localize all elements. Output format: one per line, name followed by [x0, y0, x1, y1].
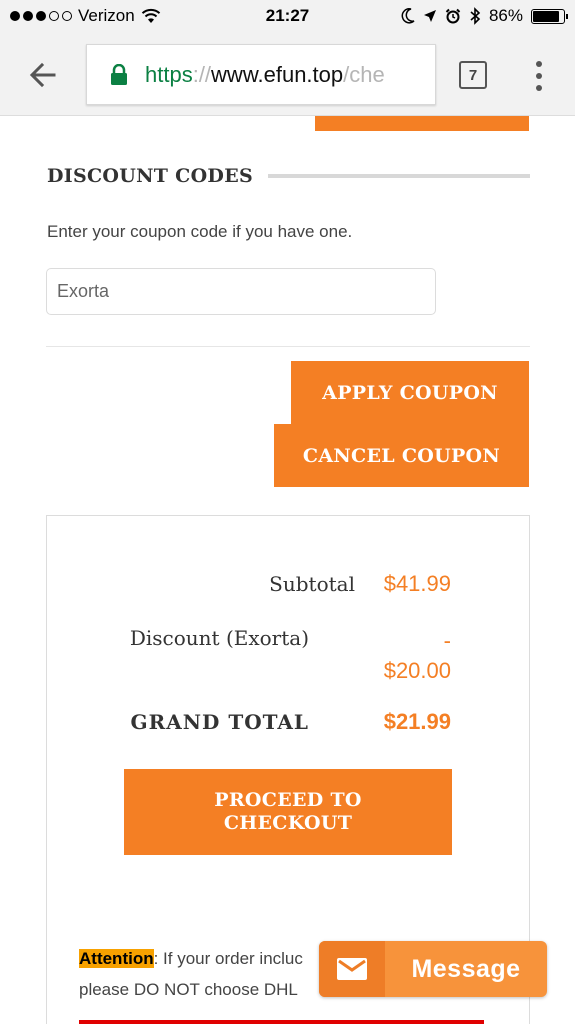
subtotal-label: Subtotal — [269, 572, 355, 596]
proceed-to-checkout-button[interactable]: PROCEED TO CHECKOUT — [124, 769, 452, 855]
url-text: https://www.efun.top/che — [145, 62, 385, 88]
alarm-clock-icon — [445, 8, 461, 24]
heading-rule — [268, 174, 530, 178]
url-host: www.efun.top — [211, 61, 344, 87]
back-button[interactable] — [26, 58, 60, 92]
battery-percentage: 86% — [488, 6, 523, 25]
bluetooth-icon — [470, 7, 481, 25]
cancel-coupon-button[interactable]: CANCEL COUPON — [274, 424, 529, 487]
tab-switcher-button[interactable]: 7 — [459, 61, 487, 89]
url-scheme: https — [145, 61, 193, 87]
battery-level-fill — [533, 10, 559, 22]
discount-value: - $20.00 — [384, 626, 451, 686]
lock-icon — [111, 63, 127, 85]
discount-sign: - — [443, 628, 451, 653]
status-bar: Verizon 21:27 86% — [0, 0, 575, 34]
grand-total-label: GRAND TOTAL — [130, 710, 309, 734]
envelope-icon — [337, 958, 367, 980]
overflow-menu-icon[interactable] — [533, 61, 545, 91]
browser-toolbar: https://www.efun.top/che 7 — [0, 34, 575, 116]
attention-text-line2: please DO NOT choose DHL — [79, 980, 298, 999]
message-chat-button[interactable]: Message — [319, 941, 547, 997]
address-bar[interactable]: https://www.efun.top/che — [86, 44, 436, 105]
attention-tag: Attention — [79, 949, 154, 968]
battery-icon — [531, 8, 568, 24]
moon-icon — [401, 8, 415, 24]
envelope-icon-box — [319, 941, 385, 997]
url-path: /che — [343, 61, 385, 87]
coupon-code-input[interactable] — [46, 268, 436, 315]
apply-coupon-button[interactable]: APPLY COUPON — [291, 361, 529, 424]
subtotal-value: $41.99 — [383, 571, 451, 596]
message-label: Message — [411, 954, 521, 983]
discount-label: Discount (Exorta) — [129, 626, 309, 650]
arrow-left-icon — [29, 62, 56, 88]
status-right: 86% — [401, 6, 568, 26]
url-separator: :// — [192, 61, 212, 87]
attention-text-line1: : If your order incluc — [153, 949, 303, 968]
previous-button-edge[interactable] — [315, 116, 529, 131]
red-divider — [79, 1020, 484, 1024]
discount-codes-heading: DISCOUNT CODES — [47, 165, 254, 187]
section-divider — [46, 346, 530, 347]
discount-amount: $20.00 — [383, 658, 451, 683]
location-arrow-icon — [423, 10, 436, 22]
coupon-help-text: Enter your coupon code if you have one. — [47, 222, 353, 241]
grand-total-value: $21.99 — [383, 709, 451, 734]
